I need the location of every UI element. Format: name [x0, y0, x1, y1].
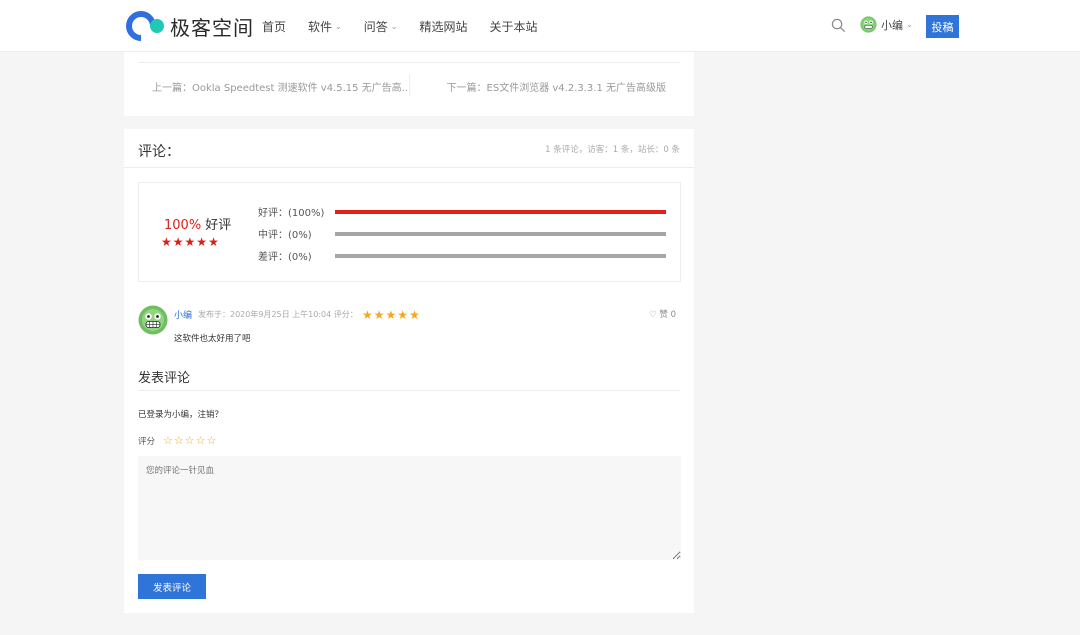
- comments-card: 评论： 1 条评论，访客：1 条，站长：0 条 100% 好评 ★ ★ ★ ★ …: [124, 129, 694, 613]
- chevron-down-icon: ⌄: [335, 21, 342, 31]
- site-logo[interactable]: 极客空间: [119, 4, 254, 48]
- star-outline-icon[interactable]: ☆: [196, 434, 206, 447]
- nav-item-about[interactable]: 关于本站: [489, 18, 537, 35]
- logo-mark-icon: [119, 4, 166, 48]
- star-outline-icon[interactable]: ☆: [185, 434, 195, 447]
- comment-item: 小编 发布于：2020年9月25日 上午10:04 评分： ★ ★ ★ ★ ★ …: [138, 305, 681, 347]
- top-header: 极客空间 首页 软件 ⌄ 问答 ⌄ 精选网站 关于本站 小编 ⌄ 投稿: [0, 0, 1080, 52]
- comment-author[interactable]: 小编: [174, 308, 192, 321]
- comment-text: 这软件也太好用了吧: [174, 334, 251, 344]
- comments-stats: 1 条评论，访客：1 条，站长：0 条: [545, 145, 680, 155]
- logged-in-status[interactable]: 已登录为小编，注销？: [138, 408, 223, 420]
- post-comment-title: 发表评论: [138, 371, 191, 386]
- like-button[interactable]: ♡ 赞 0: [649, 308, 676, 320]
- nav-item-home[interactable]: 首页: [262, 18, 286, 35]
- avatar: [860, 16, 877, 33]
- comment-textarea[interactable]: [138, 456, 681, 560]
- star-icon: ★: [184, 235, 196, 249]
- star-icon: ★: [161, 235, 172, 249]
- rating-input: 评分 ☆ ☆ ☆ ☆ ☆: [138, 434, 217, 447]
- avatar: [138, 305, 168, 335]
- comment-rating: ★ ★ ★ ★ ★: [362, 308, 421, 322]
- star-outline-icon[interactable]: ☆: [174, 434, 184, 447]
- rating-bar-bad: 差评：(0%): [258, 248, 666, 263]
- rating-summary: 100% 好评 ★ ★ ★ ★ ★ 好评：(100%) 中评：(0%) 差评：(…: [138, 182, 681, 282]
- star-icon: ★: [362, 308, 373, 322]
- prev-next-card: 上一篇：Ookla Speedtest 测速软件 v4.5.15 无广告高...…: [124, 52, 694, 116]
- star-icon: ★: [385, 308, 397, 322]
- chevron-down-icon: ⌄: [390, 21, 398, 31]
- logo-text: 极客空间: [170, 15, 254, 40]
- rating-bar-good: 好评：(100%): [258, 204, 666, 219]
- search-icon[interactable]: [831, 18, 846, 33]
- nav-item-qa[interactable]: 问答 ⌄: [364, 18, 398, 35]
- comments-title: 评论：: [138, 144, 180, 160]
- rating-bar-neutral: 中评：(0%): [258, 226, 666, 241]
- user-menu[interactable]: 小编 ⌄: [860, 16, 913, 33]
- nav-item-software[interactable]: 软件 ⌄: [308, 18, 342, 35]
- post-comment-button[interactable]: 发表评论: [138, 574, 206, 599]
- prev-post-link[interactable]: 上一篇：Ookla Speedtest 测速软件 v4.5.15 无广告高...: [152, 79, 411, 94]
- heart-icon: ♡: [649, 310, 657, 320]
- nav-item-featured-sites[interactable]: 精选网站: [419, 18, 467, 35]
- star-outline-icon[interactable]: ☆: [207, 434, 217, 447]
- star-icon: ★: [208, 235, 219, 249]
- rating-percent: 100% 好评: [164, 218, 232, 233]
- star-icon: ★: [196, 235, 208, 249]
- rating-stars: ★ ★ ★ ★ ★: [161, 235, 220, 249]
- star-icon: ★: [172, 235, 184, 249]
- star-outline-icon[interactable]: ☆: [163, 434, 173, 447]
- comment-meta: 发布于：2020年9月25日 上午10:04 评分：: [198, 310, 358, 319]
- star-icon: ★: [397, 308, 409, 322]
- next-post-link[interactable]: 下一篇：ES文件浏览器 v4.2.3.3.1 无广告高级版: [447, 79, 666, 94]
- submit-post-button[interactable]: 投稿: [926, 15, 959, 38]
- star-icon: ★: [409, 308, 420, 322]
- rating-bar-fill: [335, 209, 666, 214]
- chevron-down-icon: ⌄: [906, 20, 913, 29]
- main-nav: 首页 软件 ⌄ 问答 ⌄ 精选网站 关于本站: [262, 0, 559, 52]
- star-icon: ★: [373, 308, 385, 322]
- user-name: 小编: [881, 18, 903, 32]
